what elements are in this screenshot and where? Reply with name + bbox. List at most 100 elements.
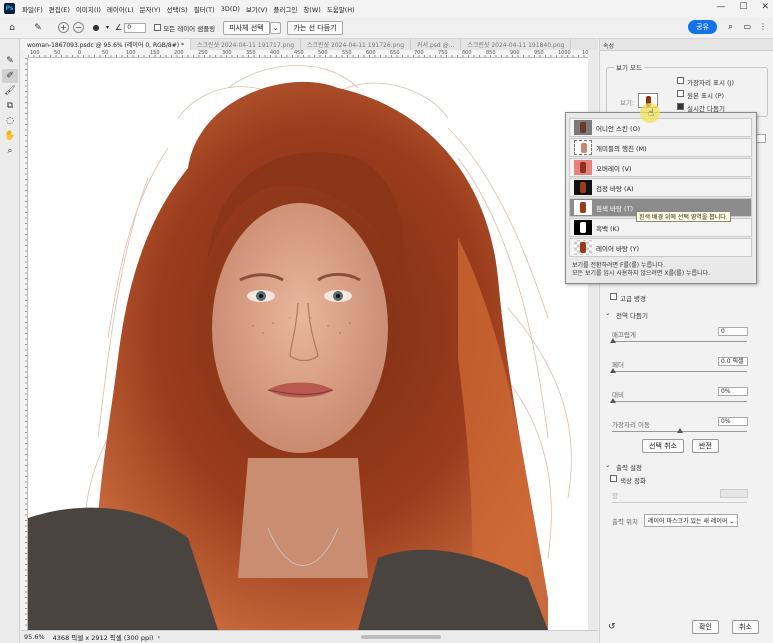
contrast-slider-thumb[interactable] [610,398,616,403]
marching-ants-thumb-icon [574,140,592,155]
hq-preview-checkbox[interactable] [610,293,617,300]
tab-cursor-psd[interactable]: 커서.psd @... [411,39,462,50]
image-canvas[interactable] [28,58,588,630]
hand-tool-icon[interactable]: ✋ [2,129,18,143]
feather-slider[interactable] [612,371,747,372]
sample-all-checkbox[interactable] [154,24,162,31]
smooth-slider-thumb[interactable] [610,338,616,343]
smooth-slider[interactable] [612,341,747,342]
decontaminate-label: 색상 정화 [620,477,646,485]
smooth-input[interactable]: 0 [718,327,748,336]
document-info[interactable]: 4368 픽셀 x 2912 픽셀 (300 ppi) [53,632,154,642]
brush-size-dropdown-icon[interactable]: ▾ [106,24,109,31]
onion-skin-thumb-icon [574,120,592,135]
feather-slider-thumb[interactable] [610,368,616,373]
amount-input[interactable] [720,489,748,498]
view-mode-hint: 보기를 전환하려면 F를(를) 누릅니다. 모든 보기를 임시 사용하지 않으려… [572,262,711,277]
menu-layer[interactable]: 레이어(L) [104,4,137,14]
feather-input[interactable]: 0.0 픽셀 [718,357,748,366]
search-icon[interactable]: ⌕ [728,22,733,32]
shift-edge-input[interactable]: 0% [718,417,748,426]
menu-type[interactable]: 문자(Y) [137,4,164,14]
show-original-checkbox[interactable] [677,90,684,97]
on-layers-thumb-icon [574,240,592,255]
contrast-input[interactable]: 0% [718,387,748,396]
ok-button[interactable]: 확인 [692,620,719,634]
menu-bar: Ps 파일(F) 편집(E) 이미지(I) 레이어(L) 문자(Y) 선택(S)… [0,0,773,17]
global-refine-chevron-icon[interactable]: ⌄ [605,309,610,317]
object-selection-tool-icon[interactable]: ⧉ [2,99,18,113]
view-option-onion-skin[interactable]: 어니언 스킨 (O) [569,118,752,137]
decontaminate-checkbox[interactable] [610,475,617,482]
view-option-on-layers[interactable]: 레이어 바탕 (Y) [569,238,752,257]
add-selection-icon[interactable]: + [58,22,69,33]
refine-brush-icon[interactable]: ✎ [30,21,46,35]
tab-screenshot-2[interactable]: 스크린샷 2024-04-11 191726.png [301,39,412,50]
subtract-selection-icon[interactable]: − [73,22,84,33]
ruler-tick-label: 450 [294,50,304,56]
minimize-icon[interactable]: — [716,2,725,12]
view-option-marching-ants[interactable]: 개미들의 행진 (M) [569,138,752,157]
tab-woman-psdc[interactable]: woman-1867093.psdc @ 95.6% (레이어 0, RGB/8… [21,39,192,50]
view-option-on-black[interactable]: 검정 바탕 (A) [569,178,752,197]
ruler-tick-label: 1000 [558,50,571,56]
show-edge-checkbox[interactable] [677,77,684,84]
select-subject-button[interactable]: 피사체 선택 [223,20,270,35]
cancel-button[interactable]: 취소 [732,620,759,634]
menu-view[interactable]: 보기(V) [243,4,270,14]
close-icon[interactable]: ✕ [761,2,769,12]
amount-label: 양 [612,492,618,500]
output-chevron-icon[interactable]: ⌄ [605,461,610,469]
properties-tab[interactable]: 속성 [600,39,773,51]
vertical-ruler [21,58,28,630]
size-input[interactable]: 0 [124,22,147,33]
maximize-icon[interactable]: ☐ [739,2,747,12]
tab-screenshot-1[interactable]: 스크린샷 2024-04-11 191717.png [191,39,302,50]
brush-tool-icon[interactable]: 🖌 [2,84,18,98]
refine-hair-button[interactable]: 가는 선 다듬기 [287,20,343,35]
workspace-icon[interactable]: ▭ [743,22,751,31]
realtime-refine-checkbox[interactable] [677,103,684,110]
on-white-thumb-icon [574,200,592,215]
angle-icon: ∠ [115,23,123,32]
more-options-icon[interactable]: ⋮ [759,22,767,31]
menu-edit[interactable]: 편집(E) [46,4,73,14]
portrait-image [28,65,572,630]
menu-plugins[interactable]: 플러그인 [270,4,300,14]
black-white-thumb-icon [574,220,592,235]
invert-button[interactable]: 반전 [692,439,719,453]
view-option-label: 개미들의 행진 (M) [596,144,647,153]
share-button[interactable]: 공유 [688,20,717,34]
reset-icon[interactable]: ↺ [608,622,616,632]
menu-filter[interactable]: 필터(T) [191,4,218,14]
status-arrow-icon[interactable]: › [157,633,160,641]
contrast-slider[interactable] [612,401,747,402]
menu-select[interactable]: 선택(S) [164,4,191,14]
quick-selection-tool-icon[interactable]: ✎ [2,54,18,68]
view-option-label: 흰색 바탕 (T) [596,204,634,213]
menu-3d[interactable]: 3D(D) [218,5,243,13]
zoom-tool-icon[interactable]: ⌕ [2,144,18,158]
brush-size-icon[interactable]: ● [88,21,104,35]
menu-window[interactable]: 창(W) [300,4,323,14]
refine-edge-brush-tool-icon[interactable]: ✐ [2,69,18,83]
show-original-label: 원본 표시 (P) [687,92,725,100]
ruler-tick-label: 700 [414,50,424,56]
home-icon[interactable]: ⌂ [4,21,20,35]
clear-selection-button[interactable]: 선택 취소 [642,439,684,453]
amount-slider[interactable] [612,502,747,503]
horizontal-scrollbar-thumb[interactable] [361,635,441,639]
ruler-tick-label: 150 [150,50,160,56]
lasso-tool-icon[interactable]: ◌ [2,114,18,128]
output-to-select[interactable]: 레이어 마스크가 있는 새 레이어 ⌄ [644,514,739,527]
menu-file[interactable]: 파일(F) [19,4,46,14]
shift-edge-slider-thumb[interactable] [677,428,683,433]
menu-image[interactable]: 이미지(I) [73,4,104,14]
menu-help[interactable]: 도움말(H) [324,4,358,14]
horizontal-ruler: 100 50 0 50 100 150 200 250 300 350 400 450 500 550 60… [28,50,588,58]
tab-screenshot-3[interactable]: 스크린샷 2024-04-11 191840.png [461,39,572,50]
ruler-tick-label: 100 [126,50,136,56]
zoom-level[interactable]: 95.6% [24,633,45,641]
view-option-overlay[interactable]: 오버레이 (V) [569,158,752,177]
select-subject-dropdown[interactable]: ⌄ [269,21,282,34]
